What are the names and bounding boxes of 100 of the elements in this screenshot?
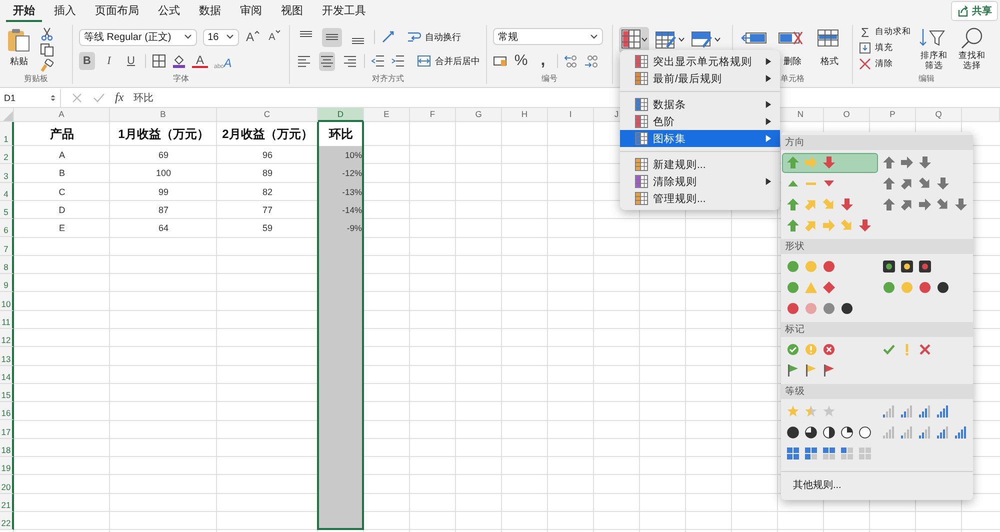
column-header[interactable]: A xyxy=(14,108,110,122)
menu-item[interactable]: 图标集 xyxy=(620,130,780,147)
wrap-text-button[interactable]: 自动换行 xyxy=(407,30,461,44)
format-table-icon[interactable] xyxy=(655,29,685,51)
decrease-indent-icon[interactable] xyxy=(371,54,385,68)
row-number[interactable]: 15 xyxy=(0,384,14,402)
column-header[interactable]: I xyxy=(548,108,594,122)
font-size-dropdown[interactable]: 16 xyxy=(202,28,239,46)
ribbon-tab[interactable]: 插入 xyxy=(47,0,83,22)
clear-button[interactable]: 清除 xyxy=(859,57,911,71)
ribbon-tab[interactable]: 页面布局 xyxy=(88,0,146,22)
merge-center-button[interactable]: 合并后居中 xyxy=(417,54,480,68)
row-number[interactable]: 14 xyxy=(0,366,14,384)
table-cell-text: -13% xyxy=(341,186,363,199)
ribbon-tab[interactable]: 开发工具 xyxy=(315,0,373,22)
column-header[interactable]: D xyxy=(318,108,364,122)
ribbon-tab[interactable]: 数据 xyxy=(192,0,228,22)
conditional-formatting-button[interactable] xyxy=(619,27,649,53)
comma-button[interactable]: , xyxy=(535,52,551,70)
percent-button[interactable]: % xyxy=(513,52,529,70)
align-icon xyxy=(320,54,334,68)
increase-decimal-icon[interactable] xyxy=(564,54,578,68)
column-header[interactable]: H xyxy=(502,108,548,122)
menu-item[interactable]: 其他规则... xyxy=(781,476,973,494)
column-header[interactable]: N xyxy=(778,108,824,122)
check-icon[interactable] xyxy=(93,92,105,104)
menu-item[interactable]: 新建规则... xyxy=(620,156,780,173)
row-number[interactable]: 5 xyxy=(0,200,14,220)
ribbon-tab[interactable]: 视图 xyxy=(274,0,310,22)
row-number[interactable]: 8 xyxy=(0,256,14,274)
column-header[interactable]: O xyxy=(824,108,870,122)
fill-button[interactable]: 填充 xyxy=(859,41,911,55)
font-style-button[interactable]: B xyxy=(79,52,95,70)
column-header[interactable]: Q xyxy=(916,108,962,122)
row-number[interactable]: 7 xyxy=(0,237,14,256)
accounting-icon[interactable] xyxy=(493,54,507,68)
row-number[interactable]: 9 xyxy=(0,274,14,292)
row-number[interactable]: 1 xyxy=(0,122,14,146)
text-orientation-icon[interactable] xyxy=(381,30,395,44)
menu-item[interactable]: 管理规则... xyxy=(620,190,780,207)
increase-indent-icon[interactable] xyxy=(391,54,405,68)
vertical-align-button[interactable] xyxy=(322,28,342,46)
arrow-set-icon xyxy=(883,198,968,211)
column-header[interactable]: F xyxy=(410,108,456,122)
font-style-button[interactable]: I xyxy=(101,52,117,70)
copy-icon[interactable] xyxy=(40,43,54,57)
row-number[interactable]: 19 xyxy=(0,457,14,476)
menu-item[interactable]: 最前/最后规则 xyxy=(620,70,780,87)
font-style-button[interactable]: U xyxy=(123,52,139,70)
row-number[interactable]: 20 xyxy=(0,475,14,494)
font-name-dropdown[interactable]: 等线 Regular (正文) xyxy=(79,28,197,46)
section-header: 形状 xyxy=(781,239,973,254)
row-number[interactable]: 22 xyxy=(0,512,14,530)
row-number[interactable]: 4 xyxy=(0,182,14,201)
horizontal-align-button[interactable] xyxy=(318,52,336,70)
insert-function-button[interactable]: fx xyxy=(115,90,124,105)
arrow-set-icon xyxy=(787,156,836,169)
borders-icon[interactable] xyxy=(152,54,166,68)
paste-button[interactable]: 粘贴 xyxy=(6,27,32,68)
table-cell-text: B xyxy=(58,167,66,180)
name-box[interactable]: D1 xyxy=(0,88,61,106)
row-number[interactable]: 13 xyxy=(0,347,14,366)
format-cells-button[interactable]: 格式 xyxy=(813,27,846,68)
sort-filter-button[interactable]: 排序和筛选 xyxy=(919,25,949,71)
scissors-icon[interactable] xyxy=(40,27,54,41)
ribbon-tab[interactable]: 审阅 xyxy=(233,0,269,22)
decrease-decimal-icon[interactable] xyxy=(584,54,598,68)
font-color-button[interactable]: A xyxy=(192,54,208,68)
row-number[interactable]: 6 xyxy=(0,219,14,238)
row-number[interactable]: 16 xyxy=(0,402,14,420)
column-header[interactable]: C xyxy=(217,108,318,122)
column-header[interactable]: B xyxy=(110,108,217,122)
row-number[interactable]: 10 xyxy=(0,292,14,311)
find-select-button[interactable]: 查找和选择 xyxy=(957,25,987,71)
paint-bucket-icon[interactable] xyxy=(172,54,186,68)
share-button[interactable]: 共享 xyxy=(951,1,998,21)
row-number[interactable]: 2 xyxy=(0,146,14,164)
share-icon xyxy=(957,5,969,17)
formula-field[interactable]: 环比 xyxy=(134,90,154,104)
row-number[interactable]: 17 xyxy=(0,420,14,439)
table-cell-text: -14% xyxy=(341,204,363,218)
column-header[interactable]: P xyxy=(870,108,916,122)
column-header[interactable]: G xyxy=(456,108,502,122)
menu-item[interactable]: 清除规则 xyxy=(620,173,780,190)
column-header[interactable]: E xyxy=(364,108,410,122)
menu-item[interactable]: 突出显示单元格规则 xyxy=(620,53,780,70)
row-number[interactable]: 12 xyxy=(0,328,14,348)
number-format-dropdown[interactable]: 常规 xyxy=(493,28,603,46)
brush-icon[interactable] xyxy=(40,59,54,73)
ribbon-tab[interactable]: 公式 xyxy=(151,0,187,22)
row-number[interactable]: 3 xyxy=(0,164,14,183)
clipboard-icon xyxy=(6,27,32,53)
shrink-font-button[interactable]: A xyxy=(267,28,283,46)
row-number[interactable]: 11 xyxy=(0,310,14,329)
table-cell-text: 100 xyxy=(154,167,172,180)
autosum-button[interactable]: Σ 自动求和 xyxy=(859,25,911,39)
grow-font-button[interactable]: A xyxy=(245,28,261,46)
row-number[interactable]: 18 xyxy=(0,438,14,458)
row-number[interactable]: 21 xyxy=(0,494,14,512)
group-label: 字体 xyxy=(173,73,189,84)
